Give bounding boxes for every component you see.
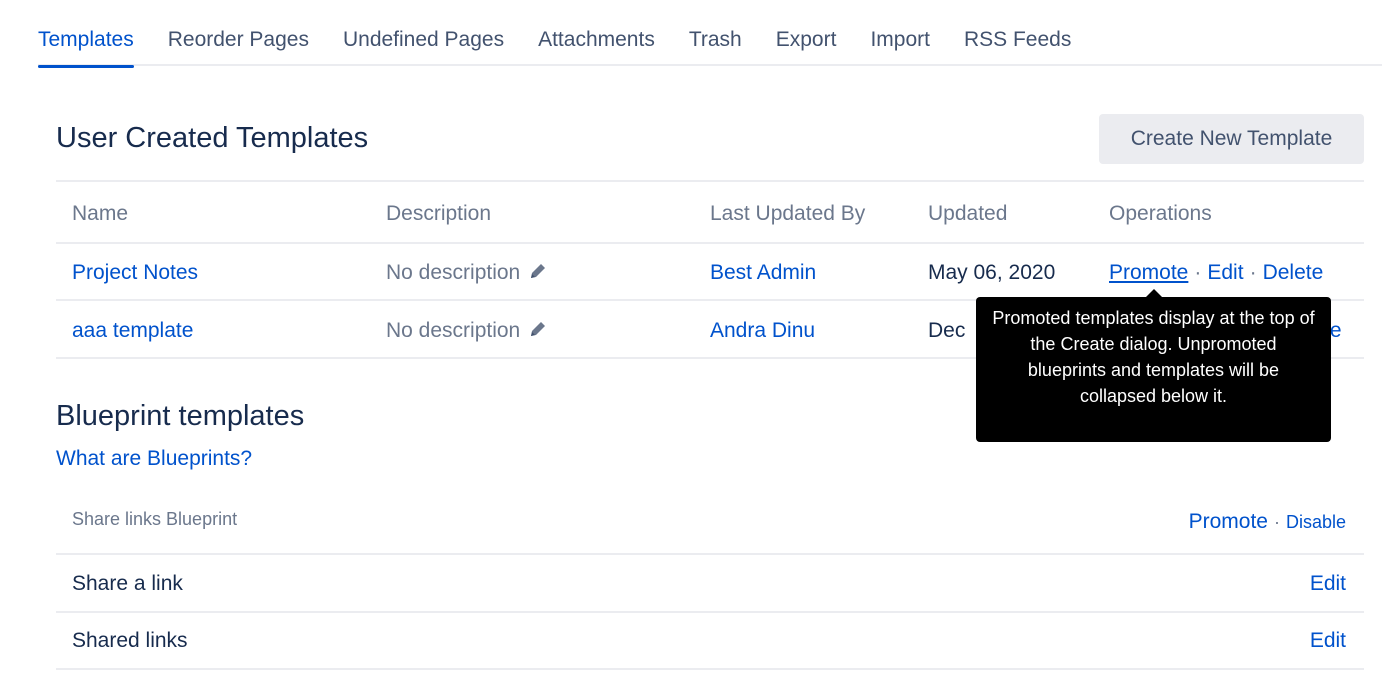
column-header-description: Description — [386, 202, 492, 225]
edit-link[interactable]: Edit — [1310, 572, 1346, 596]
separator: · — [1273, 512, 1280, 532]
pencil-icon[interactable] — [528, 261, 548, 287]
tab-undefined-pages[interactable]: Undefined Pages — [343, 22, 504, 66]
tab-import[interactable]: Import — [870, 22, 930, 66]
what-are-blueprints-link[interactable]: What are Blueprints? — [56, 447, 252, 471]
divider — [56, 180, 1364, 182]
template-description: No description — [386, 261, 548, 287]
blueprint-group-operations: Promote · Disable — [1189, 510, 1346, 534]
tab-templates[interactable]: Templates — [38, 22, 134, 68]
divider — [56, 242, 1364, 244]
divider — [56, 553, 1364, 555]
updated-by-link[interactable]: Best Admin — [710, 261, 816, 285]
divider — [56, 668, 1364, 670]
updated-by-link[interactable]: Andra Dinu — [710, 319, 815, 343]
tab-rss-feeds[interactable]: RSS Feeds — [964, 22, 1071, 66]
delete-link[interactable]: Delete — [1263, 261, 1324, 284]
template-name-link[interactable]: Project Notes — [72, 261, 198, 285]
blueprint-name: Share a link — [72, 572, 183, 595]
separator: · — [1249, 261, 1257, 284]
blueprint-name: Shared links — [72, 629, 188, 652]
tab-reorder-pages[interactable]: Reorder Pages — [168, 22, 309, 66]
promote-link[interactable]: Promote — [1109, 261, 1188, 284]
operations: Promote · Edit · Delete — [1109, 261, 1323, 285]
blueprint-templates-title: Blueprint templates — [56, 400, 305, 432]
tab-export[interactable]: Export — [776, 22, 837, 66]
template-name-link[interactable]: aaa template — [72, 319, 193, 343]
column-header-updated: Updated — [928, 202, 1008, 225]
column-header-last-updated-by: Last Updated By — [710, 202, 866, 225]
tab-bar: Templates Reorder Pages Undefined Pages … — [38, 22, 1382, 68]
divider — [56, 611, 1364, 613]
disable-link[interactable]: Disable — [1286, 512, 1346, 532]
create-new-template-button[interactable]: Create New Template — [1099, 114, 1364, 164]
blueprint-group-name: Share links Blueprint — [72, 509, 238, 529]
tab-attachments[interactable]: Attachments — [538, 22, 655, 66]
promote-link[interactable]: Promote — [1189, 510, 1268, 533]
pencil-icon[interactable] — [528, 319, 548, 345]
description-text: No description — [386, 319, 521, 342]
edit-link[interactable]: Edit — [1310, 629, 1346, 653]
separator: · — [1194, 261, 1202, 284]
edit-link[interactable]: Edit — [1207, 261, 1243, 284]
updated-date: Dec — [928, 319, 966, 342]
column-header-name: Name — [72, 202, 129, 225]
tab-trash[interactable]: Trash — [689, 22, 742, 66]
user-templates-title: User Created Templates — [56, 122, 369, 154]
column-header-operations: Operations — [1109, 202, 1212, 225]
template-description: No description — [386, 319, 548, 345]
updated-date: May 06, 2020 — [928, 261, 1056, 284]
description-text: No description — [386, 261, 521, 284]
promote-tooltip: Promoted templates display at the top of… — [976, 289, 1331, 442]
